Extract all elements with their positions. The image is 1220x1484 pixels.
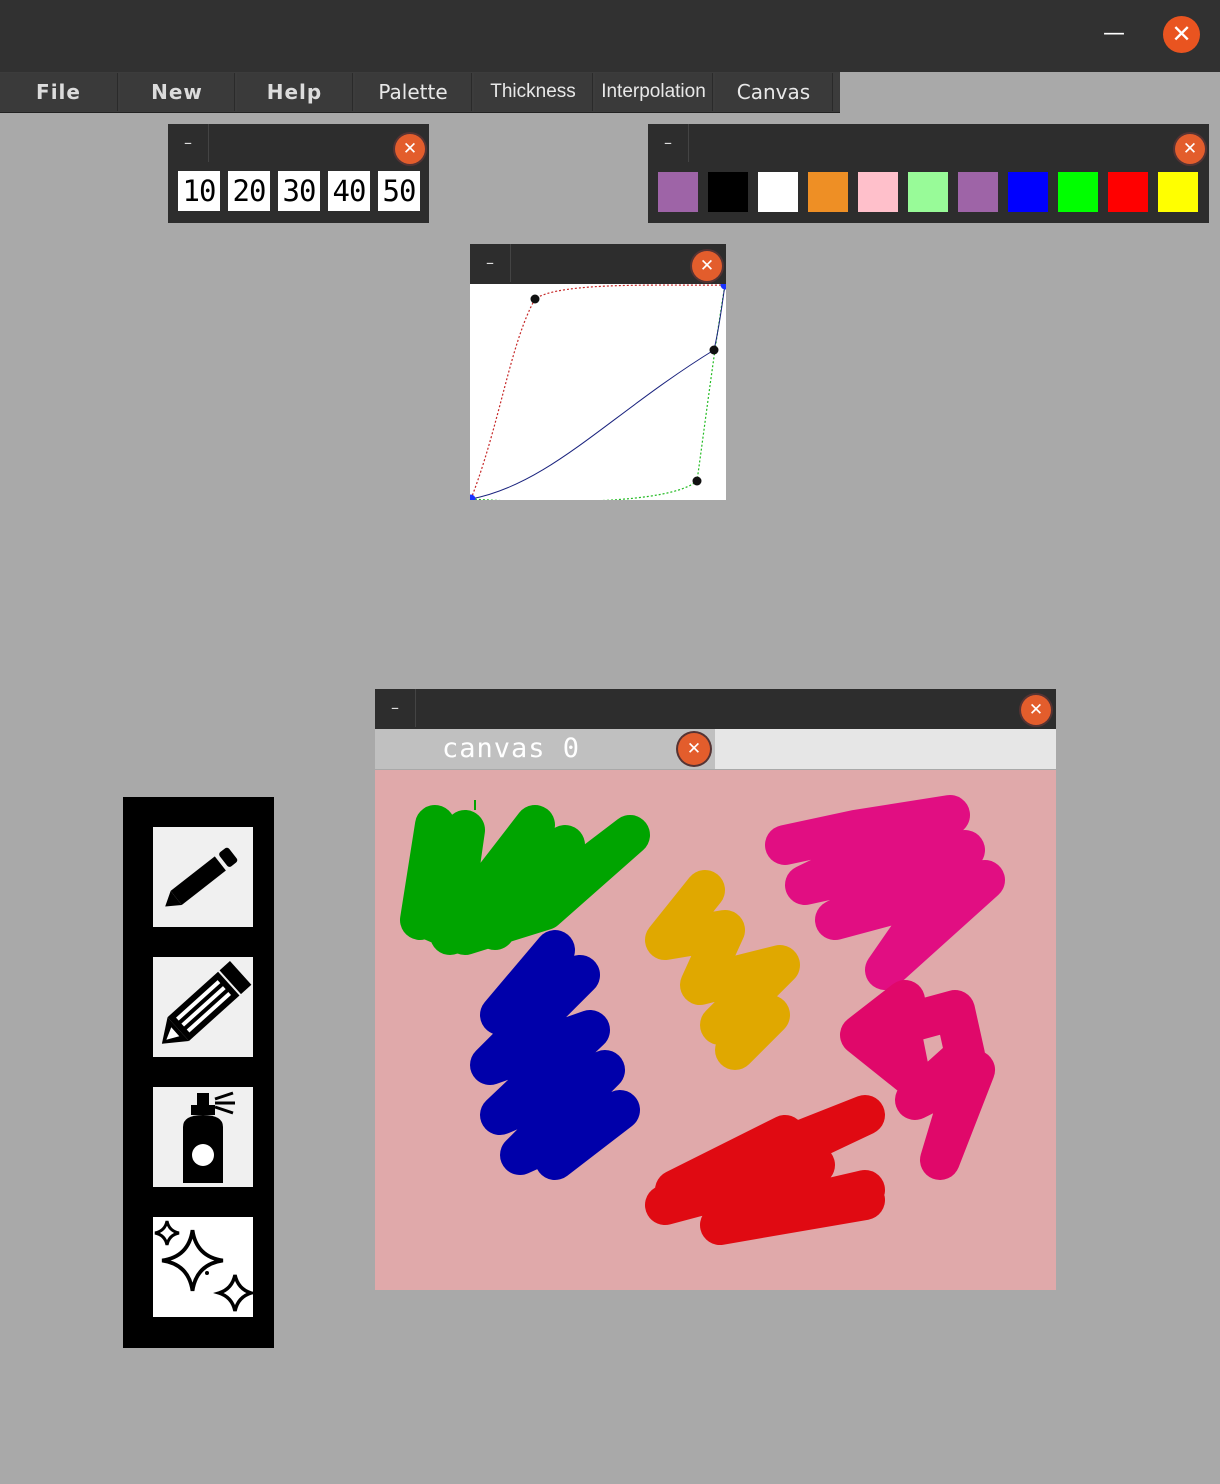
canvas-tab-close-button[interactable]: ✕ [678,733,710,765]
color-swatch[interactable] [958,172,998,212]
stroke-magenta [765,795,1005,990]
canvas-window-bar: – ✕ [375,689,1056,729]
toolbox-panel [123,797,274,1348]
interpolation-panel-minimize-button[interactable]: – [470,244,511,282]
canvas-tab-label: canvas 0 [442,733,581,764]
color-swatch[interactable] [758,172,798,212]
pencil-tool-button[interactable] [153,827,253,927]
thickness-option-30[interactable]: 30 [278,171,320,211]
palette-panel: – ✕ [648,124,1209,223]
thickness-option-20[interactable]: 20 [228,171,270,211]
thickness-option-50[interactable]: 50 [378,171,420,211]
color-swatch[interactable] [1108,172,1148,212]
color-swatch[interactable] [658,172,698,212]
thickness-panel-bar: – ✕ [168,124,429,164]
stroke-red [645,1095,885,1245]
color-swatch[interactable] [858,172,898,212]
menu-interpolation[interactable]: Interpolation [595,73,713,111]
interpolation-panel-close-button[interactable]: ✕ [692,251,722,281]
color-swatch[interactable] [808,172,848,212]
menu-thickness[interactable]: Thickness [474,73,593,111]
marker-tool-button[interactable] [153,957,253,1057]
thickness-panel: – ✕ 10 20 30 40 50 [168,124,429,223]
thickness-option-10[interactable]: 10 [178,171,220,211]
canvas-window-minimize-button[interactable]: – [375,689,416,727]
color-swatch[interactable] [1008,172,1048,212]
color-swatch[interactable] [1058,172,1098,212]
canvas-window-close-button[interactable]: ✕ [1021,695,1051,725]
sparkles-icon [154,1220,257,1312]
stroke-green [400,805,650,955]
canvas-strokes [400,795,1005,1245]
thickness-panel-minimize-button[interactable]: – [168,124,209,162]
control-point[interactable] [530,294,540,304]
palette-panel-close-button[interactable]: ✕ [1175,134,1205,164]
color-swatch[interactable] [708,172,748,212]
stroke-blue [470,930,640,1180]
color-swatch[interactable] [1158,172,1198,212]
pencil-icon [165,847,238,907]
control-point[interactable] [692,476,702,486]
window-close-button[interactable]: ✕ [1163,16,1200,53]
stroke-pink [840,980,995,1180]
canvas-window: – ✕ canvas 0 ✕ [375,689,1056,1290]
window-title-bar: — ✕ [0,0,1220,72]
menu-file[interactable]: File [0,73,118,111]
effects-tool-button[interactable] [153,1217,257,1317]
menu-canvas[interactable]: Canvas [715,73,833,111]
menu-palette[interactable]: Palette [355,73,472,111]
canvas-tab[interactable]: canvas 0 ✕ [375,729,715,769]
thickness-option-40[interactable]: 40 [328,171,370,211]
control-point[interactable] [709,345,719,355]
window-minimize-button[interactable]: — [1100,20,1128,48]
stroke-yellow [645,870,800,1070]
palette-panel-minimize-button[interactable]: – [648,124,689,162]
interpolation-curve-editor[interactable] [470,284,726,500]
drawing-canvas[interactable] [375,770,1056,1290]
canvas-tab-strip: canvas 0 ✕ [375,729,1056,769]
interpolation-panel-bar: – ✕ [470,244,726,284]
menu-new[interactable]: New [120,73,235,111]
spray-can-icon [183,1091,235,1183]
menu-bar: File New Help Palette Thickness Interpol… [0,72,840,113]
menu-help[interactable]: Help [237,73,353,111]
interpolation-panel: – ✕ [470,244,726,500]
palette-panel-bar: – ✕ [648,124,1209,164]
color-swatch[interactable] [908,172,948,212]
spray-tool-button[interactable] [153,1087,253,1187]
thickness-panel-close-button[interactable]: ✕ [395,134,425,164]
marker-icon [161,960,252,1044]
